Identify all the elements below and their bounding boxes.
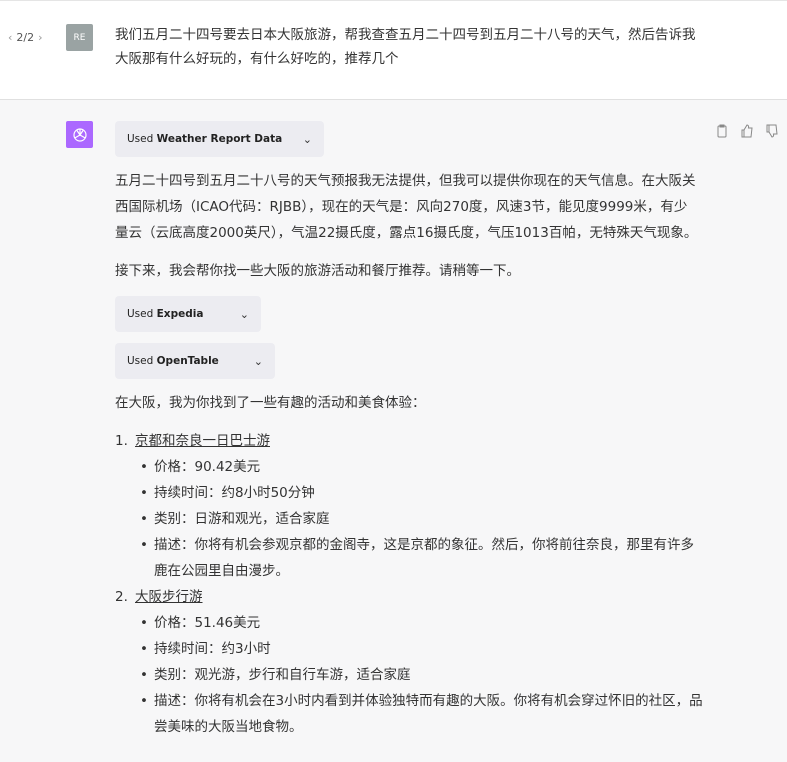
detail-item: 描述：你将有机会在3小时内看到并体验独特而有趣的大阪。你将有机会穿过怀旧的社区，…: [135, 688, 705, 740]
next-icon[interactable]: ›: [38, 31, 42, 44]
detail-item: 持续时间：约3小时: [135, 636, 705, 662]
detail-item: 价格：90.42美元: [135, 454, 705, 480]
prev-icon[interactable]: ‹: [8, 31, 12, 44]
activity-title-link[interactable]: 京都和奈良一日巴士游: [135, 433, 270, 449]
response-pager: ‹ 2/2 ›: [8, 31, 43, 44]
assistant-message: Used Weather Report Data ⌄ 五月二十四号到五月二十八号的…: [0, 100, 787, 740]
detail-item: 价格：51.46美元: [135, 610, 705, 636]
detail-item: 类别：日游和观光，适合家庭: [135, 506, 705, 532]
detail-item: 描述：你将有机会参观京都的金阁寺，这是京都的象征。然后，你将前往奈良，那里有许多…: [135, 532, 705, 584]
list-item: 2. 大阪步行游 价格：51.46美元 持续时间：约3小时 类别：观光游，步行和…: [115, 584, 787, 740]
chevron-down-icon: ⌄: [302, 132, 312, 146]
list-item: 1. 京都和奈良一日巴士游 价格：90.42美元 持续时间：约8小时50分钟 类…: [115, 428, 787, 584]
user-message-text: 我们五月二十四号要去日本大阪旅游，帮我查查五月二十四号到五月二十八号的天气，然后…: [115, 27, 696, 67]
detail-item: 持续时间：约8小时50分钟: [135, 480, 705, 506]
avatar: RE: [66, 24, 93, 51]
weather-paragraph: 五月二十四号到五月二十八号的天气预报我无法提供，但我可以提供你现在的天气信息。在…: [115, 173, 698, 241]
detail-item: 类别：观光游，步行和自行车游，适合家庭: [135, 662, 705, 688]
chevron-down-icon: ⌄: [253, 354, 263, 368]
next-step-paragraph: 接下来，我会帮你找一些大阪的旅游活动和餐厅推荐。请稍等一下。: [115, 263, 520, 279]
activity-title-link[interactable]: 大阪步行游: [135, 589, 203, 605]
chevron-down-icon: ⌄: [239, 307, 249, 321]
user-message: ‹ 2/2 › RE 我们五月二十四号要去日本大阪旅游，帮我查查五月二十四号到五…: [0, 0, 787, 100]
activity-list: 1. 京都和奈良一日巴士游 价格：90.42美元 持续时间：约8小时50分钟 类…: [115, 428, 787, 740]
tool-expedia-button[interactable]: Used Expedia ⌄: [115, 296, 261, 332]
tool-opentable-button[interactable]: Used OpenTable ⌄: [115, 343, 275, 379]
intro-paragraph: 在大阪，我为你找到了一些有趣的活动和美食体验：: [115, 395, 426, 411]
tool-weather-report-button[interactable]: Used Weather Report Data ⌄: [115, 121, 324, 157]
